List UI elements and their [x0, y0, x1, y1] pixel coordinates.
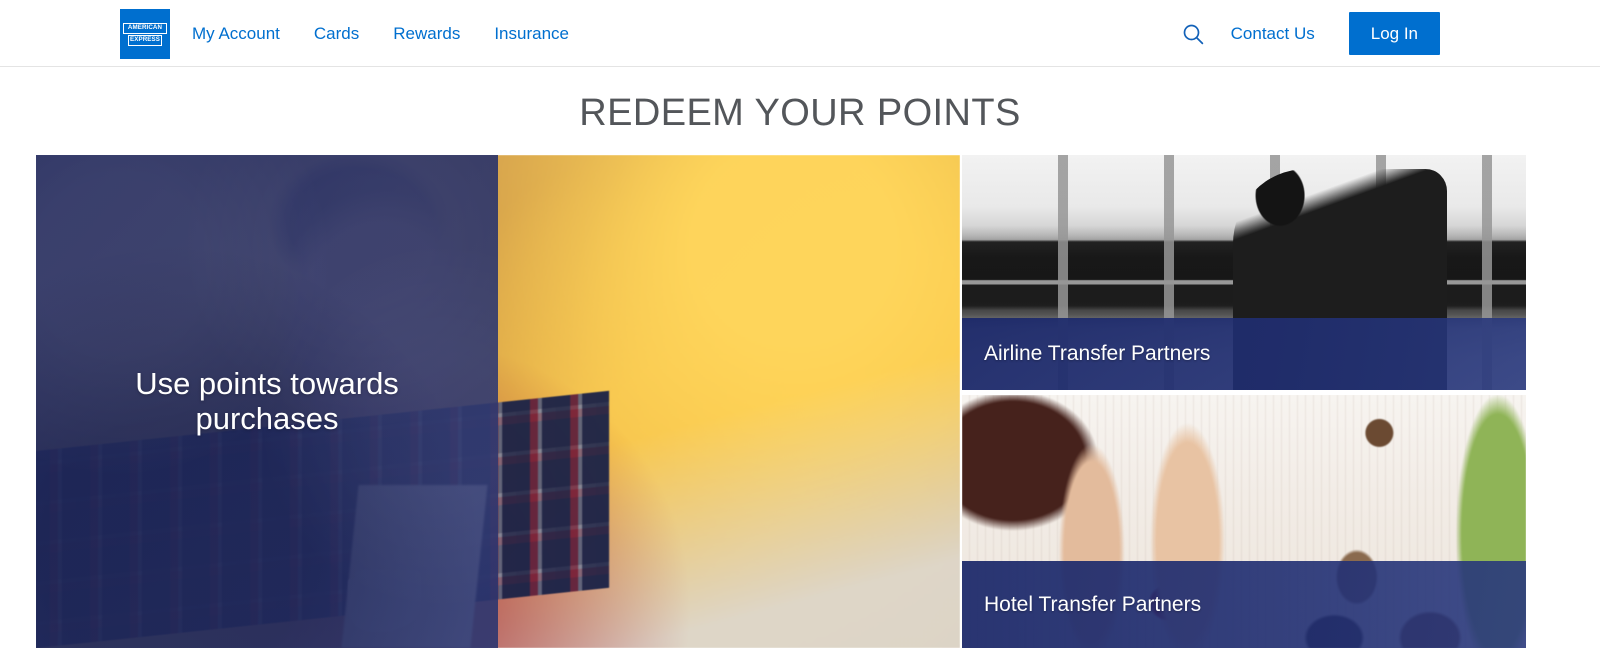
redeem-options-grid: Use points towards purchases Airline Tra… [36, 155, 1526, 648]
site-header: AMERICAN EXPRESS My Account Cards Reward… [0, 0, 1600, 67]
secondary-cards-column: Airline Transfer Partners Hotel Transfer… [962, 155, 1526, 648]
card-hotel-transfer-partners[interactable]: Hotel Transfer Partners [962, 395, 1526, 648]
hotel-caption-band: Hotel Transfer Partners [962, 561, 1526, 648]
airline-caption-band: Airline Transfer Partners [962, 318, 1526, 390]
header-utility-nav: Contact Us Log In [1173, 0, 1440, 67]
nav-item-cards[interactable]: Cards [314, 25, 393, 42]
american-express-logo[interactable]: AMERICAN EXPRESS [120, 9, 170, 59]
log-in-button[interactable]: Log In [1348, 12, 1440, 55]
search-button[interactable] [1173, 14, 1213, 54]
amex-logo-mark: AMERICAN EXPRESS [120, 9, 170, 59]
card-airline-transfer-partners[interactable]: Airline Transfer Partners [962, 155, 1526, 390]
hotel-caption-text: Hotel Transfer Partners [984, 592, 1202, 616]
amex-logo-line-2: EXPRESS [128, 35, 162, 46]
airline-caption-text: Airline Transfer Partners [984, 342, 1211, 365]
contact-us-link[interactable]: Contact Us [1231, 24, 1315, 44]
card-use-points-towards-purchases[interactable]: Use points towards purchases [36, 155, 960, 648]
search-icon [1183, 24, 1203, 44]
hero-blue-overlay [36, 155, 498, 648]
page-title: REDEEM YOUR POINTS [579, 92, 1021, 134]
nav-item-rewards[interactable]: Rewards [393, 25, 494, 42]
primary-navigation: My Account Cards Rewards Insurance [192, 0, 603, 67]
nav-item-insurance[interactable]: Insurance [494, 25, 603, 42]
nav-item-my-account[interactable]: My Account [192, 25, 314, 42]
amex-logo-line-1: AMERICAN [123, 23, 167, 34]
